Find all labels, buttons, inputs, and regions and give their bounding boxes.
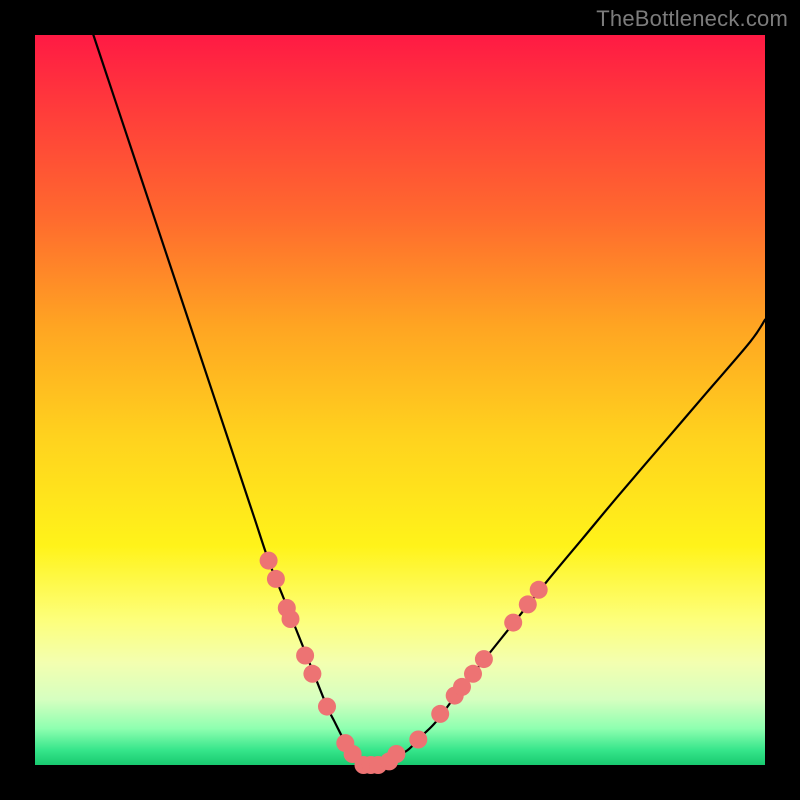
highlight-dot xyxy=(464,665,482,683)
highlight-dot xyxy=(475,650,493,668)
highlight-dot xyxy=(303,665,321,683)
highlight-dot xyxy=(260,552,278,570)
highlight-dot xyxy=(267,570,285,588)
highlight-dot xyxy=(530,581,548,599)
bottleneck-curve xyxy=(93,35,765,766)
plot-area xyxy=(35,35,765,765)
highlight-dot xyxy=(282,610,300,628)
highlight-dot xyxy=(504,614,522,632)
highlight-dots-group xyxy=(260,552,548,774)
highlight-dot xyxy=(318,698,336,716)
highlight-dot xyxy=(519,595,537,613)
highlight-dot xyxy=(296,647,314,665)
highlight-dot xyxy=(409,731,427,749)
chart-svg xyxy=(35,35,765,765)
chart-container: TheBottleneck.com xyxy=(0,0,800,800)
highlight-dot xyxy=(431,705,449,723)
highlight-dot xyxy=(387,745,405,763)
watermark-label: TheBottleneck.com xyxy=(596,6,788,32)
